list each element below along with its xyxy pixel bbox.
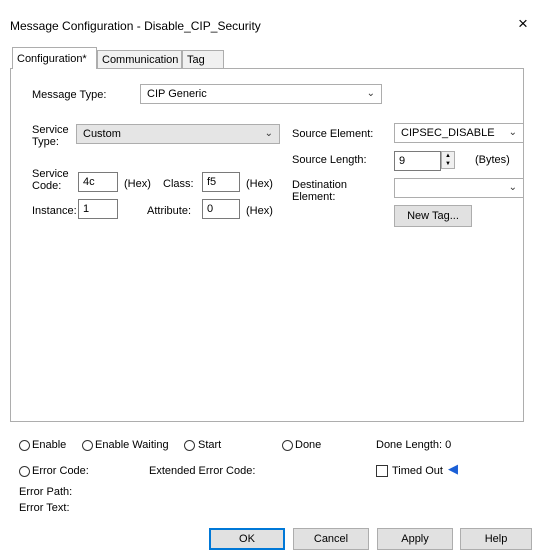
enable-radio-icon — [19, 440, 30, 451]
error-path-label: Error Path: — [19, 486, 73, 498]
class-input[interactable]: f5 — [202, 172, 240, 192]
timed-out-label: Timed Out — [392, 465, 443, 477]
close-icon[interactable]: × — [518, 15, 528, 32]
chevron-down-icon: ⌄ — [508, 127, 517, 138]
error-code-radio-icon — [19, 466, 30, 477]
destination-element-select[interactable]: ⌄ — [394, 178, 524, 198]
cancel-button[interactable]: Cancel — [293, 528, 369, 550]
extended-error-code-label: Extended Error Code: — [149, 465, 256, 477]
chevron-down-icon: ⌄ — [366, 88, 375, 99]
source-element-value: CIPSEC_DISABLE — [401, 127, 495, 139]
done-label: Done — [295, 439, 322, 451]
class-label: Class: — [163, 178, 194, 190]
start-label: Start — [198, 439, 222, 451]
ok-button[interactable]: OK — [209, 528, 285, 550]
error-text-label: Error Text: — [19, 502, 70, 514]
instance-input[interactable]: 1 — [78, 199, 118, 219]
source-length-input[interactable]: 9 — [394, 151, 441, 171]
hex-label: (Hex) — [246, 178, 273, 190]
source-length-label: Source Length: — [292, 154, 367, 166]
done-radio-icon — [282, 440, 293, 451]
message-type-select[interactable]: CIP Generic ⌄ — [140, 84, 382, 104]
enable-label: Enable — [32, 439, 67, 451]
tab-configuration[interactable]: Configuration* — [12, 47, 97, 69]
enable-waiting-label: Enable Waiting — [95, 439, 169, 451]
start-radio-icon — [184, 440, 195, 451]
service-type-select[interactable]: Custom ⌄ — [76, 124, 280, 144]
message-type-label: Message Type: — [32, 89, 107, 101]
attribute-input[interactable]: 0 — [202, 199, 240, 219]
chevron-down-icon: ⌄ — [264, 128, 273, 139]
service-type-label: Service Type: — [32, 124, 69, 148]
new-tag-button[interactable]: New Tag... — [394, 205, 472, 227]
error-code-label: Error Code: — [32, 465, 89, 477]
chevron-down-icon: ⌄ — [508, 182, 517, 193]
bytes-label: (Bytes) — [475, 154, 510, 166]
tab-communication[interactable]: Communication — [97, 50, 182, 68]
window-title: Message Configuration - Disable_CIP_Secu… — [10, 19, 261, 33]
attribute-label: Attribute: — [147, 205, 192, 217]
service-code-input[interactable]: 4c — [78, 172, 118, 192]
message-type-value: CIP Generic — [147, 88, 207, 100]
hex-label: (Hex) — [246, 205, 273, 217]
done-length-label: Done Length: 0 — [376, 439, 452, 451]
hex-label: (Hex) — [124, 178, 151, 190]
enable-waiting-radio-icon — [82, 440, 93, 451]
configuration-panel — [10, 68, 524, 422]
service-code-label: Service Code: — [32, 168, 69, 192]
help-button[interactable]: Help — [460, 528, 532, 550]
source-element-select[interactable]: CIPSEC_DISABLE ⌄ — [394, 123, 524, 143]
destination-element-label: Destination Element: — [292, 179, 348, 203]
timed-out-checkbox — [376, 465, 388, 477]
apply-button[interactable]: Apply — [377, 528, 453, 550]
service-type-value: Custom — [83, 128, 121, 140]
arrow-left-icon: ◀ — [448, 461, 458, 476]
spinner-icon[interactable]: ▲ ▼ — [441, 151, 455, 169]
source-element-label: Source Element: — [292, 128, 374, 140]
instance-label: Instance: — [32, 205, 77, 217]
tab-tag[interactable]: Tag — [182, 50, 224, 68]
